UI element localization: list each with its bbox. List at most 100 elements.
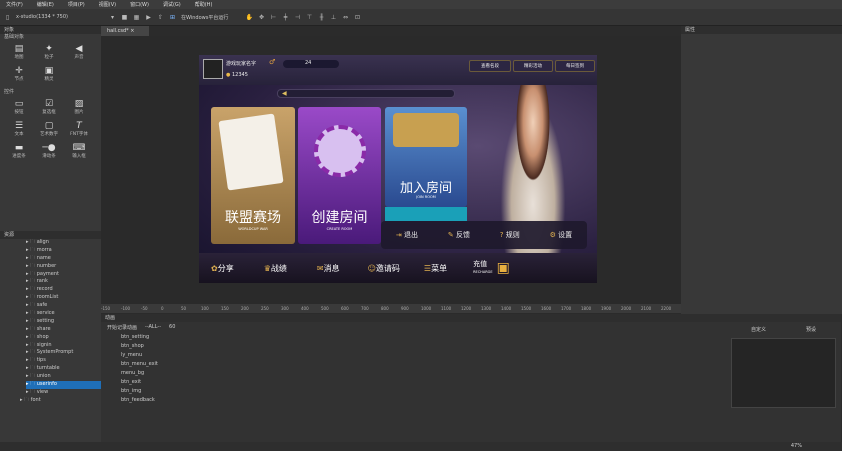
menu-rules[interactable]: ? 规则 [500, 230, 520, 240]
menu-view[interactable]: 视图(V) [99, 1, 116, 8]
menu-edit[interactable]: 编辑(E) [37, 1, 54, 8]
curve-tab-preset[interactable]: 预设 [806, 326, 816, 333]
treasure-chest-icon[interactable]: ▣ [497, 260, 510, 276]
tree-item[interactable]: ▸ 🗀 union [26, 373, 101, 381]
close-icon[interactable]: × [130, 28, 134, 34]
tree-item[interactable]: ▸ 🗀 tips [26, 357, 101, 365]
align-bottom-icon[interactable]: ⊥ [330, 14, 337, 21]
zoom-level[interactable]: 47% [791, 443, 802, 449]
move-icon[interactable]: ✥ [258, 14, 265, 21]
record-button[interactable]: 开始记录动画 [107, 324, 137, 331]
top-button-signin[interactable]: 每日签到 [555, 60, 595, 72]
card-join[interactable]: 加入房间 JOIN ROOM [385, 107, 467, 207]
tree-item[interactable]: ▸ 🗀 roomList [26, 294, 101, 302]
message-icon: ✉ [316, 263, 324, 273]
align-left-icon[interactable]: ⊢ [270, 14, 277, 21]
bottom-recharge[interactable]: 充值 RECHARGE [473, 260, 492, 276]
tree-item-selected[interactable]: ▸ 🗀 userinfo [26, 381, 101, 389]
menu-window[interactable]: 窗口(W) [130, 1, 149, 8]
control-item-art-number[interactable]: ▢ 艺术数字 [34, 118, 64, 140]
tree-item[interactable]: ▸ 🗀 payment [26, 271, 101, 279]
settings-icon: ⚙ [549, 231, 556, 239]
distribute-icon[interactable]: ⇔ [342, 14, 349, 21]
tree-item[interactable]: ▸ 🗀 font [20, 397, 101, 405]
section-controls[interactable]: 控件 [0, 89, 101, 96]
top-button-events[interactable]: 精彩活动 [513, 60, 553, 72]
control-item-text[interactable]: ☰ 文本 [4, 118, 34, 140]
tree-item[interactable]: ▸ 🗀 share [26, 326, 101, 334]
top-button-rank[interactable]: 查看名段 [469, 60, 511, 72]
tree-item[interactable]: ▸ 🗀 number [26, 263, 101, 271]
avatar[interactable] [203, 59, 223, 79]
control-item-button[interactable]: ▭ 按钮 [4, 96, 34, 118]
fnt-icon: T [76, 121, 82, 131]
section-basic[interactable]: 基础对象 [0, 34, 101, 41]
control-item-input[interactable]: ⌨ 输入框 [64, 140, 94, 162]
menu-exit[interactable]: ⇥ 退出 [396, 230, 418, 240]
menu-project[interactable]: 项目(P) [68, 1, 85, 8]
notice-bar: ◀ [277, 89, 455, 98]
play-icon[interactable]: ▶ [145, 14, 152, 21]
card-create[interactable]: 创建房间 CREATE ROOM [298, 107, 381, 244]
control-item-fnt[interactable]: T FNT字体 [64, 118, 94, 140]
toolbar: ▯ x-studio(1334 * 750) ▾ ■ ▦ ▶ ⇧ ⊞ 在Wind… [0, 9, 842, 26]
card-teal-partial[interactable] [385, 207, 467, 221]
menu-file[interactable]: 文件(F) [6, 1, 23, 8]
tree-item[interactable]: ▸ 🗀 morra [26, 247, 101, 255]
tree-item[interactable]: ▸ 🗀 signin [26, 342, 101, 350]
size-icon[interactable]: ⊡ [354, 14, 361, 21]
tree-item[interactable]: ▸ 🗀 service [26, 310, 101, 318]
menu-debug[interactable]: 调试(G) [163, 1, 181, 8]
basic-item-map[interactable]: ▤ 地图 [4, 41, 34, 63]
timeline-panel: 动画 开始记录动画 --ALL-- 60 btn_setting btn_sho… [101, 314, 841, 442]
bottom-share[interactable]: ✿分享 [211, 263, 234, 274]
tree-item[interactable]: ▸ 🗀 SystemPrompt [26, 349, 101, 357]
tree-item[interactable]: ▸ 🗀 align [26, 239, 101, 247]
level-value: 24 [305, 60, 312, 66]
basic-item-node[interactable]: ✛ 节点 [4, 63, 34, 85]
bottom-invite[interactable]: ☺邀请码 [368, 263, 400, 274]
align-middle-icon[interactable]: ╫ [318, 14, 325, 21]
tree-item[interactable]: ▸ 🗀 record [26, 286, 101, 294]
basic-item-particle[interactable]: ✦ 粒子 [34, 41, 64, 63]
control-item-image[interactable]: ▨ 图片 [64, 96, 94, 118]
fps-value[interactable]: 60 [169, 324, 175, 331]
run-target-select[interactable]: 在Windows平台运行 [181, 14, 241, 21]
editor-tab[interactable]: hall.csd* × [101, 26, 149, 36]
upload-icon[interactable]: ⇧ [157, 14, 164, 21]
tree-item[interactable]: ▸ 🗀 turntable [26, 365, 101, 373]
layout-icon[interactable]: ■ [121, 14, 128, 21]
tree-item[interactable]: ▸ 🗀 setting [26, 318, 101, 326]
timeline-rows: btn_setting btn_shop ly_menu btn_menu_ex… [101, 333, 841, 405]
grid-icon[interactable]: ▦ [133, 14, 140, 21]
tree-item[interactable]: ▸ 🗀 rank [26, 278, 101, 286]
bottom-menu[interactable]: ☰菜单 [424, 263, 447, 274]
invite-icon: ☺ [367, 263, 376, 273]
hand-icon[interactable]: ✋ [246, 14, 253, 21]
control-item-slider[interactable]: ─● 滑动条 [34, 140, 64, 162]
timeline-filter[interactable]: --ALL-- [145, 324, 161, 331]
control-item-loading-bar[interactable]: ▬ 进度条 [4, 140, 34, 162]
card-league[interactable]: 联盟赛场 WORLDCUP WAR [211, 107, 295, 244]
bottom-message[interactable]: ✉消息 [317, 263, 340, 274]
align-right-icon[interactable]: ⊣ [294, 14, 301, 21]
curve-editor[interactable] [731, 338, 836, 408]
device-icon[interactable]: ▯ [4, 14, 11, 21]
tree-item[interactable]: ▸ 🗀 safe [26, 302, 101, 310]
menu-settings[interactable]: ⚙ 设置 [550, 230, 573, 240]
menu-feedback[interactable]: ✎ 反馈 [448, 230, 470, 240]
menu-help[interactable]: 帮助(H) [195, 1, 213, 8]
resolution-select[interactable]: x-studio(1334 * 750) [16, 14, 104, 20]
align-top-icon[interactable]: ⊤ [306, 14, 313, 21]
tree-item[interactable]: ▸ 🗀 name [26, 255, 101, 263]
card-league-sub: WORLDCUP WAR [238, 227, 268, 231]
control-item-checkbox[interactable]: ☑ 复选框 [34, 96, 64, 118]
curve-tab-custom[interactable]: 自定义 [751, 326, 766, 333]
basic-item-sprite[interactable]: ▣ 精灵 [34, 63, 64, 85]
align-center-icon[interactable]: ╪ [282, 14, 289, 21]
tree-item[interactable]: ▸ 🗀 view [26, 389, 101, 397]
tree-item[interactable]: ▸ 🗀 shop [26, 334, 101, 342]
basic-item-sound[interactable]: ◀ 声音 [64, 41, 94, 63]
dropdown-icon[interactable]: ▾ [109, 14, 116, 21]
bottom-record[interactable]: ♛战绩 [264, 263, 287, 274]
